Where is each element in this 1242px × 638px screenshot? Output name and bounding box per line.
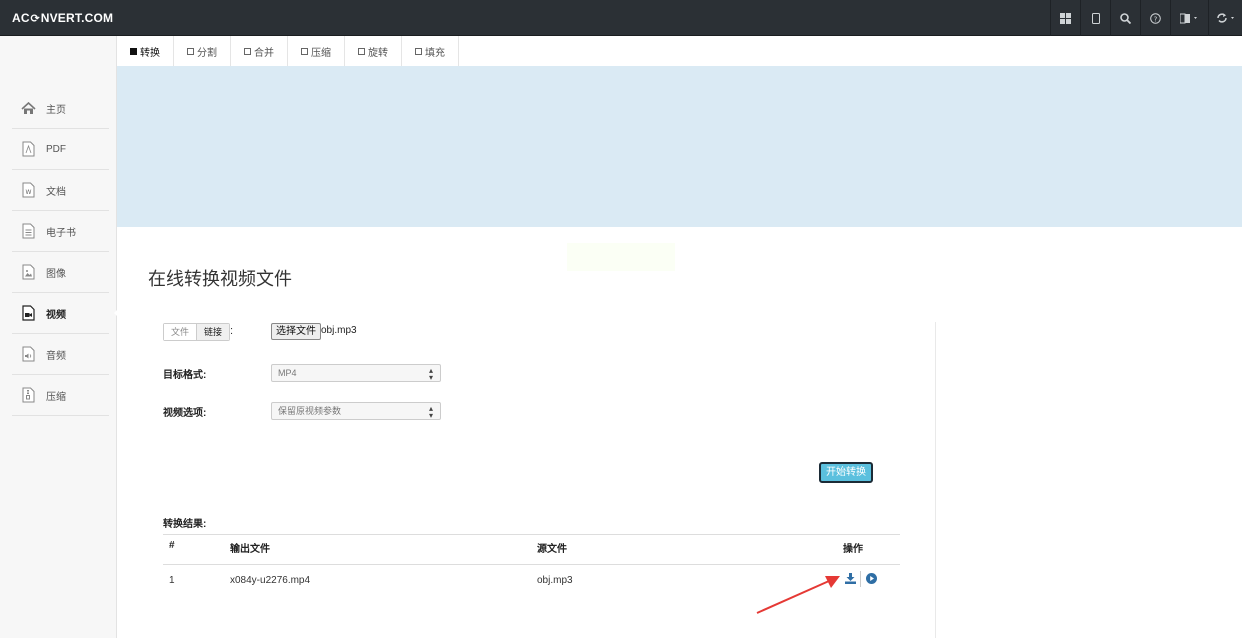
svg-text:?: ?: [1154, 15, 1158, 23]
tab-convert[interactable]: 转换: [117, 36, 174, 66]
sidebar-item-label: 视频: [46, 309, 66, 321]
sidebar-item-label: 主页: [46, 104, 66, 116]
video-options-label: 视频选项:: [163, 408, 207, 419]
target-format-select[interactable]: MP4 ▴ ▾: [271, 364, 441, 382]
sidebar-item-document[interactable]: W 文档: [12, 170, 109, 211]
brand-logo[interactable]: AC⟳NVERT.COM: [12, 11, 113, 25]
sidebar-item-archive[interactable]: 压缩: [12, 375, 109, 416]
sidebar-item-label: 电子书: [46, 227, 76, 239]
ad-banner: [117, 66, 1242, 227]
select-caret-icon: ▴ ▾: [428, 404, 433, 420]
tab-label: 填充: [425, 47, 445, 59]
annotation-arrow-icon: [756, 576, 840, 614]
sync-icon[interactable]: [1208, 0, 1242, 36]
column-header-actions: 操作: [843, 544, 863, 555]
pdf-file-icon: [20, 141, 36, 158]
checkbox-icon: [130, 47, 137, 55]
search-icon[interactable]: [1110, 0, 1140, 36]
output-file-link[interactable]: x084y-u2276.mp4: [230, 575, 310, 586]
tab-fill[interactable]: 填充: [402, 36, 459, 66]
checkbox-icon: [358, 47, 365, 55]
word-file-icon: W: [20, 182, 36, 199]
selected-file-name: obj.mp3: [321, 325, 357, 336]
source-link-button[interactable]: 链接: [196, 324, 230, 340]
tab-label: 转换: [140, 47, 160, 59]
sidebar-item-image[interactable]: 图像: [12, 252, 109, 293]
sidebar-item-label: 压缩: [46, 391, 66, 403]
checkbox-icon: [415, 47, 422, 55]
column-header-output: 输出文件: [230, 544, 270, 555]
sidebar-item-pdf[interactable]: PDF: [12, 129, 109, 170]
checkbox-icon: [244, 47, 251, 55]
checkbox-icon: [301, 47, 308, 55]
sidebar-item-ebook[interactable]: 电子书: [12, 211, 109, 252]
svg-text:W: W: [25, 189, 31, 196]
target-format-label: 目标格式:: [163, 370, 207, 381]
play-icon[interactable]: [866, 573, 877, 587]
video-options-select[interactable]: 保留原视频参数 ▴ ▾: [271, 402, 441, 420]
target-format-value: MP4: [278, 368, 297, 378]
tab-split[interactable]: 分割: [174, 36, 231, 66]
home-icon: [20, 100, 36, 117]
tab-label: 旋转: [368, 47, 388, 59]
results-label: 转换结果:: [163, 519, 207, 530]
tab-rotate[interactable]: 旋转: [345, 36, 402, 66]
audio-file-icon: [20, 346, 36, 363]
sidebar-item-label: 音频: [46, 350, 66, 362]
source-file-button[interactable]: 文件: [164, 324, 197, 340]
sidebar-item-audio[interactable]: 音频: [12, 334, 109, 375]
language-icon[interactable]: [1170, 0, 1208, 36]
source-colon: :: [230, 325, 234, 337]
top-navbar: AC⟳NVERT.COM ?: [0, 0, 1242, 36]
faint-placeholder: [567, 243, 675, 271]
sidebar-item-label: 图像: [46, 268, 66, 280]
sidebar-item-home[interactable]: 主页: [12, 88, 109, 129]
checkbox-icon: [187, 47, 194, 55]
action-divider: [860, 571, 861, 587]
column-header-index: #: [169, 540, 175, 551]
source-file-name: obj.mp3: [537, 575, 573, 586]
select-caret-icon: ▴ ▾: [428, 366, 433, 382]
video-file-icon: [20, 305, 36, 322]
choose-file-button[interactable]: 选择文件: [271, 323, 321, 340]
tab-label: 压缩: [311, 47, 331, 59]
tab-label: 合并: [254, 47, 274, 59]
tablet-icon[interactable]: [1080, 0, 1110, 36]
help-icon[interactable]: ?: [1140, 0, 1170, 36]
source-toggle: 文件 链接: [163, 323, 231, 341]
tool-tabs: 转换 分割 合并 压缩 旋转 填充: [117, 36, 459, 66]
brand-text-left: AC: [12, 11, 30, 25]
brand-text-right: NVERT.COM: [40, 11, 114, 25]
start-convert-button[interactable]: 开始转换: [819, 462, 873, 483]
grid-icon[interactable]: [1050, 0, 1080, 36]
column-header-source: 源文件: [537, 544, 567, 555]
table-header: # 输出文件 源文件 操作: [163, 535, 900, 565]
download-icon[interactable]: [845, 573, 856, 587]
image-file-icon: [20, 264, 36, 281]
row-index: 1: [169, 575, 175, 586]
sidebar: 主页 PDF W 文档 电子书 图像 视频 音频 压缩: [0, 36, 122, 638]
refresh-icon: ⟳: [30, 13, 40, 25]
sidebar-item-label: PDF: [46, 143, 66, 155]
video-options-value: 保留原视频参数: [278, 406, 342, 416]
page-title: 在线转换视频文件: [148, 269, 292, 289]
tab-merge[interactable]: 合并: [231, 36, 288, 66]
sidebar-item-video[interactable]: 视频: [12, 293, 122, 334]
tab-label: 分割: [197, 47, 217, 59]
active-indicator: [114, 305, 122, 321]
ebook-file-icon: [20, 223, 36, 240]
sidebar-item-label: 文档: [46, 186, 66, 198]
tab-compress[interactable]: 压缩: [288, 36, 345, 66]
archive-file-icon: [20, 387, 36, 404]
